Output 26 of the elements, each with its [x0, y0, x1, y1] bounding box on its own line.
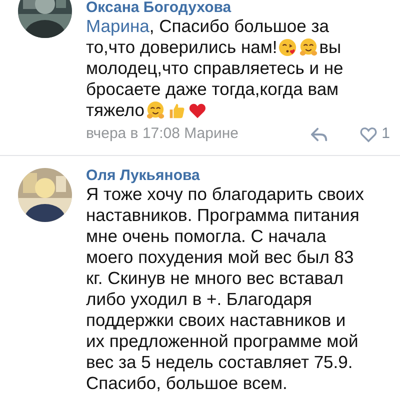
comment-text: либо уходил в +. Благодаря: [86, 289, 312, 310]
comment-text: тяжело: [86, 100, 144, 121]
comment-text: бросаете даже тогда,когда вам: [86, 79, 339, 100]
comment-text: кг. Скинув не много вес вставал: [86, 268, 344, 289]
like-icon[interactable]: [358, 124, 378, 144]
comment-text: моего похудения мой вес был 83: [86, 247, 354, 268]
comment-text: Спасибо, большое всем.: [86, 373, 288, 394]
like-count: 1: [382, 124, 390, 144]
comment-text: молодец,что справляетесь и не: [86, 58, 344, 79]
hugging-emoji-icon: [299, 38, 318, 57]
author-name[interactable]: Оксана Богодухова: [86, 0, 232, 16]
comment-text: Я тоже хочу по благодарить своих: [86, 184, 364, 205]
heart-icon: [188, 101, 206, 120]
comment-text: , Спасибо большое за: [149, 16, 329, 37]
comment-text: их предложенной программе мой: [86, 331, 358, 352]
comment-text: вы: [319, 37, 342, 58]
kiss-emoji-icon: [278, 38, 298, 57]
comment-text: вес за 5 недель составляет 75.9.: [86, 352, 353, 373]
comment-text: поддержки своих наставников и: [86, 310, 346, 331]
comment-text: то,что доверились нам!: [86, 37, 278, 58]
hugging-emoji-icon: [146, 101, 164, 120]
comment-text: наставников. Программа питания: [86, 205, 360, 226]
author-name[interactable]: Оля Лукьянова: [86, 168, 200, 184]
comment-meta: вчера в 17:08 Марине: [86, 124, 240, 144]
comment-text: мне очень помогла. С начала: [86, 226, 326, 247]
mention-link[interactable]: Марина: [86, 16, 150, 37]
